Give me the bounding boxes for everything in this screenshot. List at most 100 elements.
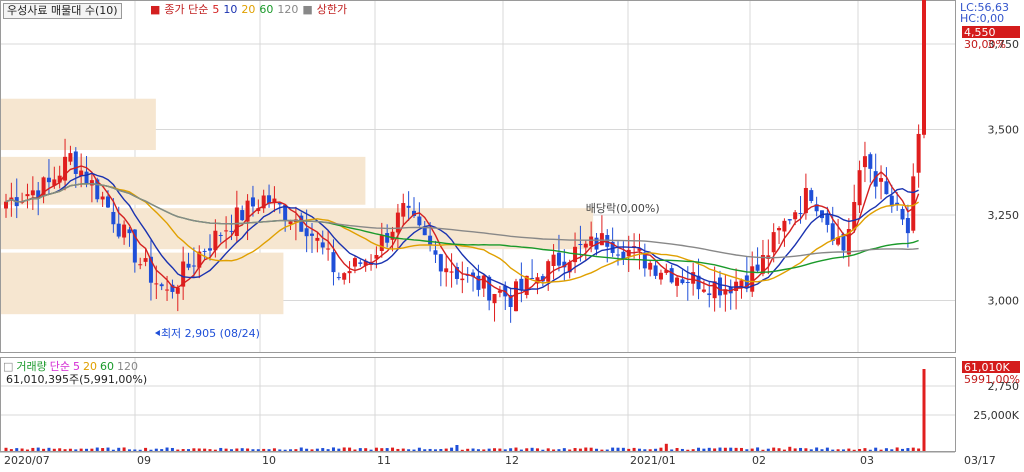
volume-bar <box>702 448 706 451</box>
volume-bar <box>509 448 513 451</box>
volume-bar <box>782 449 786 451</box>
candle-body <box>798 212 803 214</box>
volume-bar <box>364 448 368 451</box>
volume-bar <box>503 449 507 451</box>
volume-bar <box>251 449 255 451</box>
ma-period-20[interactable]: 20 <box>241 3 255 16</box>
candle-body <box>89 180 94 186</box>
candle-body <box>111 211 116 225</box>
volume-bar <box>187 449 191 451</box>
volume-bar <box>654 448 658 451</box>
volume-bar <box>348 447 352 451</box>
ma-period-5[interactable]: 5 <box>212 3 219 16</box>
volume-bar <box>745 449 749 451</box>
volume-profile-band <box>1 252 284 315</box>
volume-pct-badge: 5991,00% <box>964 373 1020 386</box>
volume-bar <box>723 447 727 451</box>
volume-bar <box>621 447 625 451</box>
candle-body <box>519 278 524 290</box>
volume-bar <box>235 448 239 451</box>
volume-bar <box>385 448 389 451</box>
volume-bar <box>25 449 29 451</box>
ma-period-10[interactable]: 10 <box>223 3 237 16</box>
volume-bar <box>836 449 840 451</box>
candle-body <box>73 151 78 174</box>
volume-bar <box>439 449 443 451</box>
candle-body <box>857 170 862 206</box>
candle-body <box>487 276 492 301</box>
volume-bar <box>224 448 228 451</box>
volume-bar <box>63 449 67 451</box>
x-tick-label: 12 <box>505 454 519 467</box>
volume-bar <box>627 448 631 451</box>
volume-legend: □ 거래량 단순 5 20 60 120 <box>3 360 139 373</box>
volume-label[interactable]: 거래량 <box>16 360 46 373</box>
vol-ma-5[interactable]: 5 <box>73 360 80 373</box>
volume-bar <box>739 447 743 451</box>
candle-body <box>84 171 89 184</box>
volume-bar <box>852 449 856 451</box>
volume-bar <box>47 447 51 451</box>
y-tick-label: 3,000 <box>988 295 1020 308</box>
candle-body <box>401 203 406 217</box>
lc-hc-readout: LC:56,63 HC:0,00 <box>960 2 1009 24</box>
vol-ma-20[interactable]: 20 <box>83 360 97 373</box>
candle-body <box>481 275 486 289</box>
hc-value: HC:0,00 <box>960 12 1005 25</box>
volume-bar <box>680 448 684 451</box>
volume-bar <box>788 446 792 451</box>
candle-body <box>922 0 926 135</box>
volume-bar <box>879 449 883 451</box>
ma-period-120[interactable]: 120 <box>277 3 298 16</box>
volume-bar <box>804 448 808 451</box>
limit-up-label[interactable]: 상한가 <box>317 3 347 16</box>
indicator-name[interactable]: 우성사료 매물대 수(10) <box>3 3 122 19</box>
volume-bar <box>911 447 915 451</box>
volume-bar <box>756 447 760 451</box>
volume-bar <box>493 448 497 451</box>
volume-bar <box>455 445 459 451</box>
volume-bar <box>337 448 341 451</box>
candle-body <box>444 268 449 273</box>
candle-body <box>701 289 706 292</box>
volume-bar <box>530 447 534 451</box>
candle-body <box>868 154 873 169</box>
vol-ma-60[interactable]: 60 <box>100 360 114 373</box>
candle-body <box>159 284 164 287</box>
volume-bar <box>820 449 824 451</box>
volume-bar <box>144 447 148 451</box>
volume-bar <box>154 448 158 451</box>
volume-bar <box>482 449 486 451</box>
volume-bar <box>906 448 910 451</box>
volume-bar <box>267 449 271 451</box>
candle-body <box>240 210 245 221</box>
candle-body <box>750 266 755 292</box>
candle-body <box>884 181 889 195</box>
vol-ma-120[interactable]: 120 <box>117 360 138 373</box>
volume-bar <box>417 447 421 451</box>
volume-bar <box>203 448 207 451</box>
candle-body <box>68 153 73 162</box>
volume-bar <box>229 449 233 451</box>
candle-body <box>4 201 8 209</box>
volume-bar <box>90 448 94 451</box>
candle-body <box>589 236 594 246</box>
candle-body <box>417 216 422 226</box>
candle-body <box>675 277 680 286</box>
volume-bar <box>197 448 201 451</box>
volume-bar <box>707 447 711 451</box>
x-tick-label: 09 <box>137 454 151 467</box>
volume-bar <box>831 449 835 451</box>
price-pct-badge: 30,00% <box>964 38 1006 51</box>
ma-period-60[interactable]: 60 <box>259 3 273 16</box>
candle-body <box>782 220 787 232</box>
candle-body <box>556 252 561 266</box>
y-tick-label: 3,500 <box>988 124 1020 137</box>
price-volume-chart[interactable]: 2,7503,0003,2503,5003,7504,0004,25025,00… <box>0 0 1024 469</box>
candle-body <box>739 280 744 287</box>
volume-bar <box>315 448 319 451</box>
x-tick-label: 02 <box>752 454 766 467</box>
volume-bar <box>595 448 599 451</box>
x-tick-label: 11 <box>377 454 391 467</box>
volume-y-tick-label: 25,000K <box>973 409 1019 422</box>
